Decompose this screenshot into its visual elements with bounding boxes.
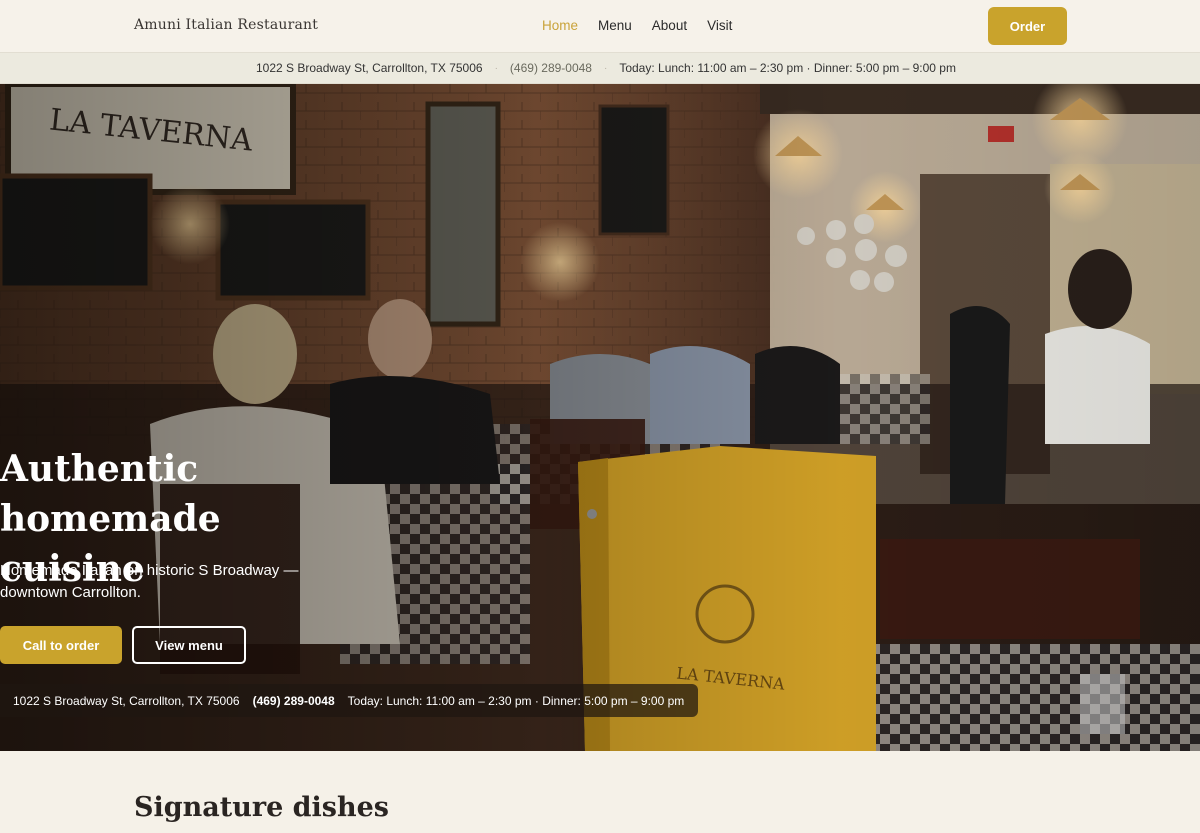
nav-menu[interactable]: Menu — [598, 18, 632, 33]
hero-info-strip: 1022 S Broadway St, Carrollton, TX 75006… — [0, 684, 699, 717]
call-to-order-button[interactable]: Call to order — [0, 626, 122, 664]
separator-dot: · — [603, 62, 608, 74]
section-title-signature-dishes: Signature dishes — [134, 792, 390, 823]
nav-visit[interactable]: Visit — [707, 18, 732, 33]
order-button[interactable]: Order — [988, 7, 1067, 45]
hero-section: LA TAVERNA — [0, 84, 1200, 751]
brand-name[interactable]: Amuni Italian Restaurant — [134, 17, 318, 33]
nav-home[interactable]: Home — [542, 18, 578, 33]
info-phone[interactable]: (469) 289-0048 — [510, 61, 592, 75]
info-bar: 1022 S Broadway St, Carrollton, TX 75006… — [0, 52, 1200, 84]
info-address: 1022 S Broadway St, Carrollton, TX 75006 — [256, 61, 483, 75]
hero-subtitle: Homemade Italian on historic S Broadway … — [0, 562, 299, 601]
separator-dot: · — [494, 62, 498, 74]
view-menu-button[interactable]: View menu — [132, 626, 246, 664]
hero-info-phone[interactable]: (469) 289-0048 — [253, 694, 335, 708]
info-hours: Today: Lunch: 11:00 am – 2:30 pm · Dinne… — [619, 61, 956, 75]
hero-info-address: 1022 S Broadway St, Carrollton, TX 75006 — [13, 693, 240, 708]
hero-info-hours: Today: Lunch: 11:00 am – 2:30 pm · Dinne… — [347, 693, 685, 708]
main-nav: Home Menu About Visit — [542, 18, 752, 33]
site-header: Amuni Italian Restaurant Home Menu About… — [0, 0, 1200, 52]
nav-about[interactable]: About — [652, 18, 687, 33]
